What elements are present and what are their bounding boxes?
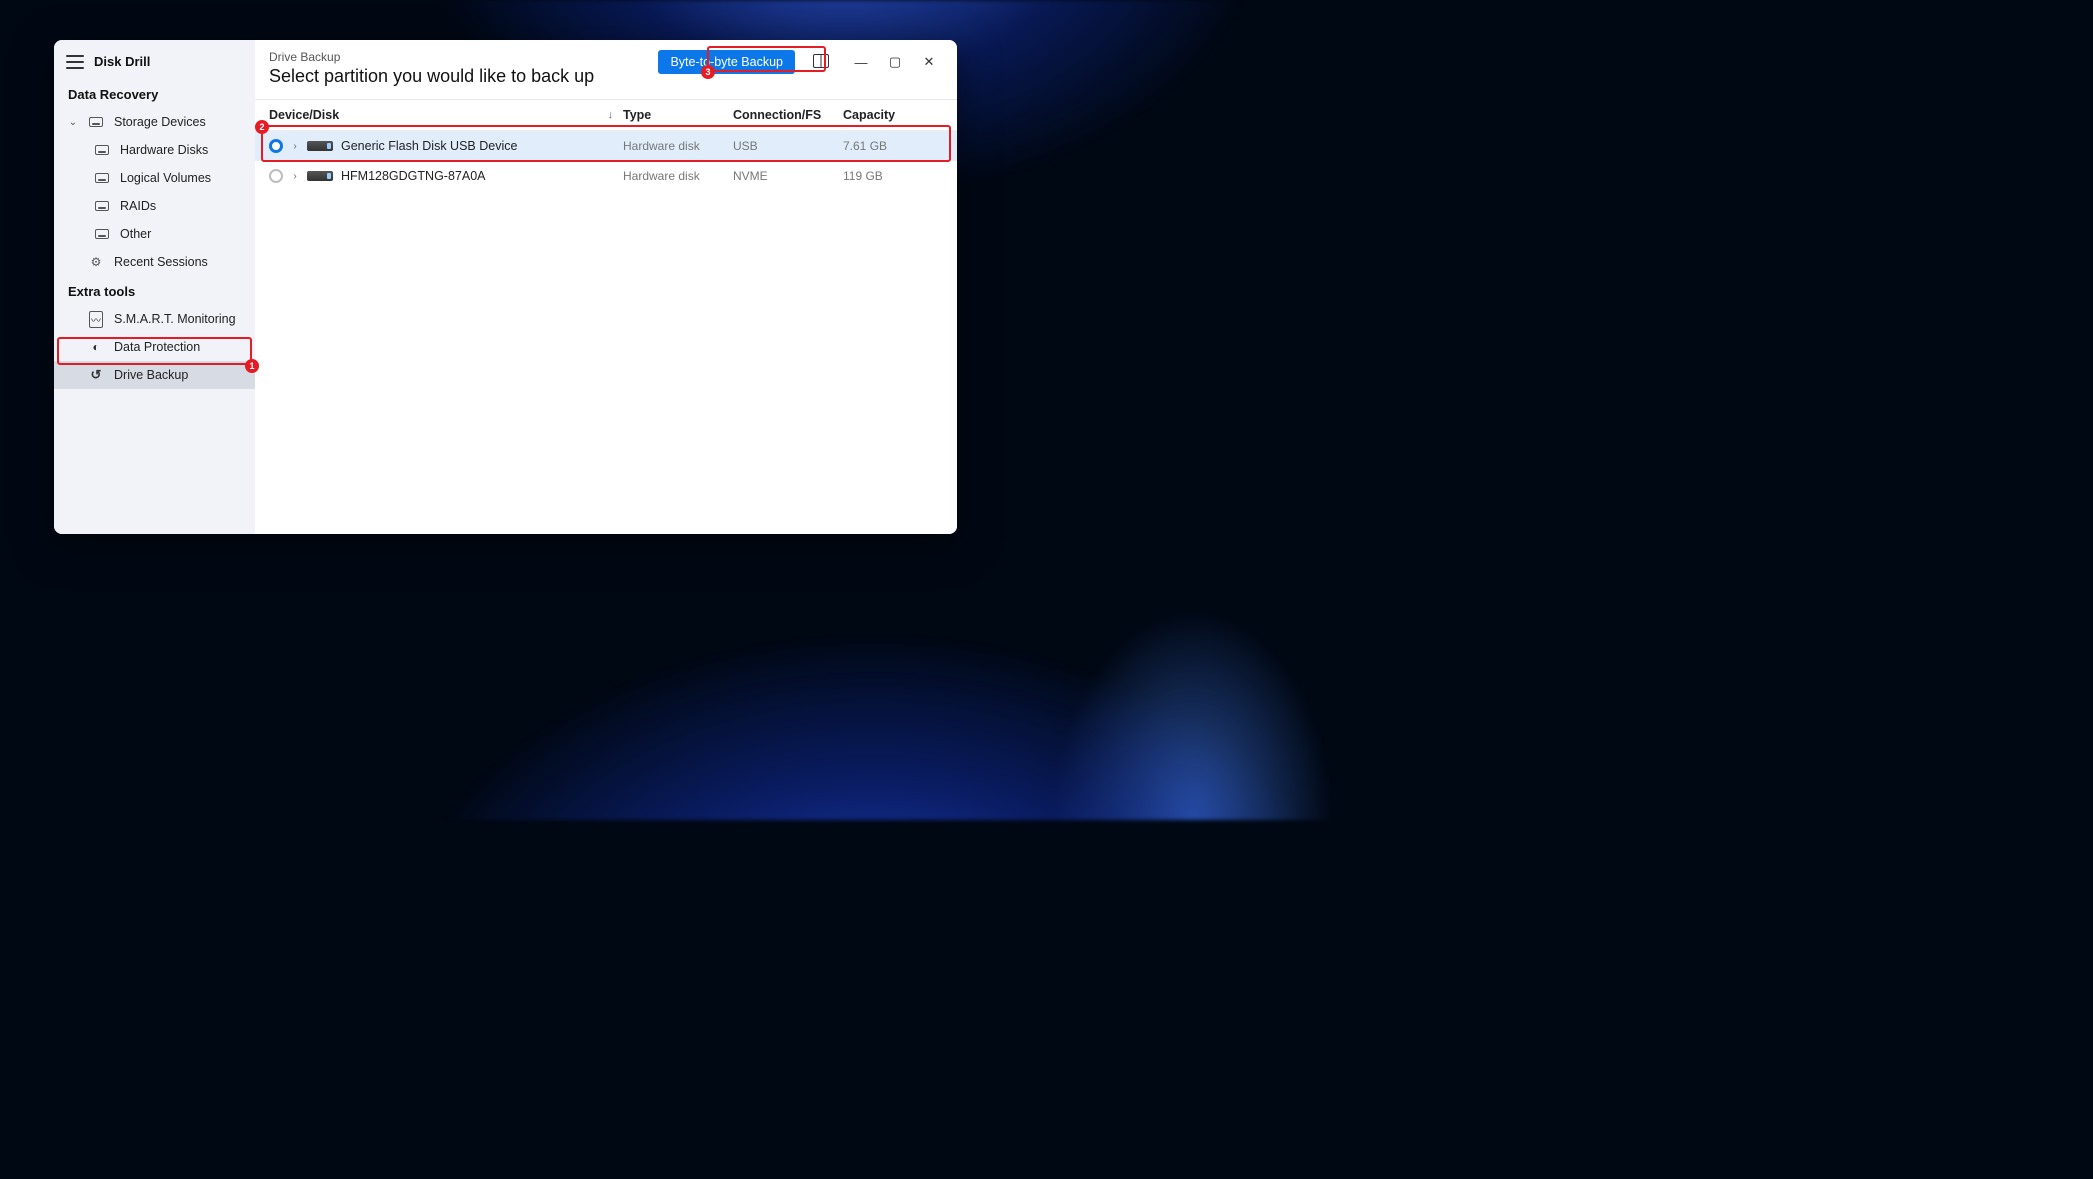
chart-icon <box>88 311 104 327</box>
sidebar-item-label: Data Protection <box>114 340 200 354</box>
annotation-badge-3: 3 <box>701 65 715 79</box>
byte-to-byte-backup-button[interactable]: Byte-to-byte Backup <box>658 50 795 74</box>
disk-icon <box>88 114 104 130</box>
sidebar-item-label: Storage Devices <box>114 115 206 129</box>
maximize-button[interactable]: ▢ <box>881 50 909 74</box>
table-row[interactable]: › Generic Flash Disk USB Device Hardware… <box>255 131 957 161</box>
device-type: Hardware disk <box>623 139 733 153</box>
sort-arrow-icon: ↓ <box>608 109 624 121</box>
hamburger-icon[interactable] <box>66 55 84 69</box>
help-button[interactable] <box>807 50 835 74</box>
sidebar-item-label: S.M.A.R.T. Monitoring <box>114 312 236 326</box>
annotation-badge-2: 2 <box>255 120 269 134</box>
shield-icon <box>88 339 104 355</box>
page-title: Select partition you would like to back … <box>269 66 594 87</box>
chevron-right-icon[interactable]: › <box>291 171 299 182</box>
sidebar-item-label: Recent Sessions <box>114 255 208 269</box>
column-capacity[interactable]: Capacity <box>843 108 943 122</box>
column-type[interactable]: Type <box>623 108 733 122</box>
drive-icon <box>307 141 333 151</box>
sidebar-header: Disk Drill <box>54 50 255 79</box>
column-device[interactable]: Device/Disk ↓ <box>269 108 623 122</box>
sidebar-item-raids[interactable]: RAIDs <box>54 192 255 220</box>
device-type: Hardware disk <box>623 169 733 183</box>
device-capacity: 119 GB <box>843 169 943 183</box>
table-row[interactable]: › HFM128GDGTNG-87A0A Hardware disk NVME … <box>255 161 957 191</box>
device-connection: NVME <box>733 169 843 183</box>
sidebar: Disk Drill Data Recovery ⌄ Storage Devic… <box>54 40 255 534</box>
table-header: Device/Disk ↓ Type Connection/FS Capacit… <box>255 100 957 131</box>
chevron-down-icon: ⌄ <box>68 117 78 128</box>
drive-icon <box>307 171 333 181</box>
app-title: Disk Drill <box>94 54 150 69</box>
sidebar-item-label: Logical Volumes <box>120 171 211 185</box>
chevron-right-icon[interactable]: › <box>291 141 299 152</box>
sidebar-item-data-protection[interactable]: Data Protection <box>54 333 255 361</box>
sidebar-item-label: Other <box>120 227 151 241</box>
radio-selected[interactable] <box>269 139 283 153</box>
sidebar-item-other[interactable]: Other <box>54 220 255 248</box>
device-name: HFM128GDGTNG-87A0A <box>341 169 485 183</box>
sidebar-item-label: Drive Backup <box>114 368 188 382</box>
sidebar-item-hardware-disks[interactable]: Hardware Disks <box>54 136 255 164</box>
disk-icon <box>94 142 110 158</box>
app-window: Disk Drill Data Recovery ⌄ Storage Devic… <box>54 40 957 534</box>
sidebar-item-recent-sessions[interactable]: Recent Sessions <box>54 248 255 276</box>
breadcrumb: Drive Backup <box>269 50 594 64</box>
device-capacity: 7.61 GB <box>843 139 943 153</box>
device-connection: USB <box>733 139 843 153</box>
disk-icon <box>94 170 110 186</box>
section-data-recovery: Data Recovery <box>54 79 255 108</box>
window-controls: — ▢ ✕ <box>847 50 943 74</box>
gear-icon <box>88 254 104 270</box>
titlebar: Drive Backup Select partition you would … <box>255 40 957 100</box>
section-extra-tools: Extra tools <box>54 276 255 305</box>
device-name: Generic Flash Disk USB Device <box>341 139 517 153</box>
sidebar-item-drive-backup[interactable]: Drive Backup <box>54 361 255 389</box>
column-connection[interactable]: Connection/FS <box>733 108 843 122</box>
close-button[interactable]: ✕ <box>915 50 943 74</box>
minimize-button[interactable]: — <box>847 50 875 74</box>
sidebar-item-label: Hardware Disks <box>120 143 208 157</box>
radio-unselected[interactable] <box>269 169 283 183</box>
annotation-badge-1: 1 <box>245 359 259 373</box>
history-icon <box>88 367 104 383</box>
sidebar-item-smart-monitoring[interactable]: S.M.A.R.T. Monitoring <box>54 305 255 333</box>
sidebar-item-logical-volumes[interactable]: Logical Volumes <box>54 164 255 192</box>
main-content: Drive Backup Select partition you would … <box>255 40 957 534</box>
disk-icon <box>94 198 110 214</box>
disk-icon <box>94 226 110 242</box>
sidebar-item-label: RAIDs <box>120 199 156 213</box>
sidebar-item-storage-devices[interactable]: ⌄ Storage Devices <box>54 108 255 136</box>
book-icon <box>813 54 829 71</box>
